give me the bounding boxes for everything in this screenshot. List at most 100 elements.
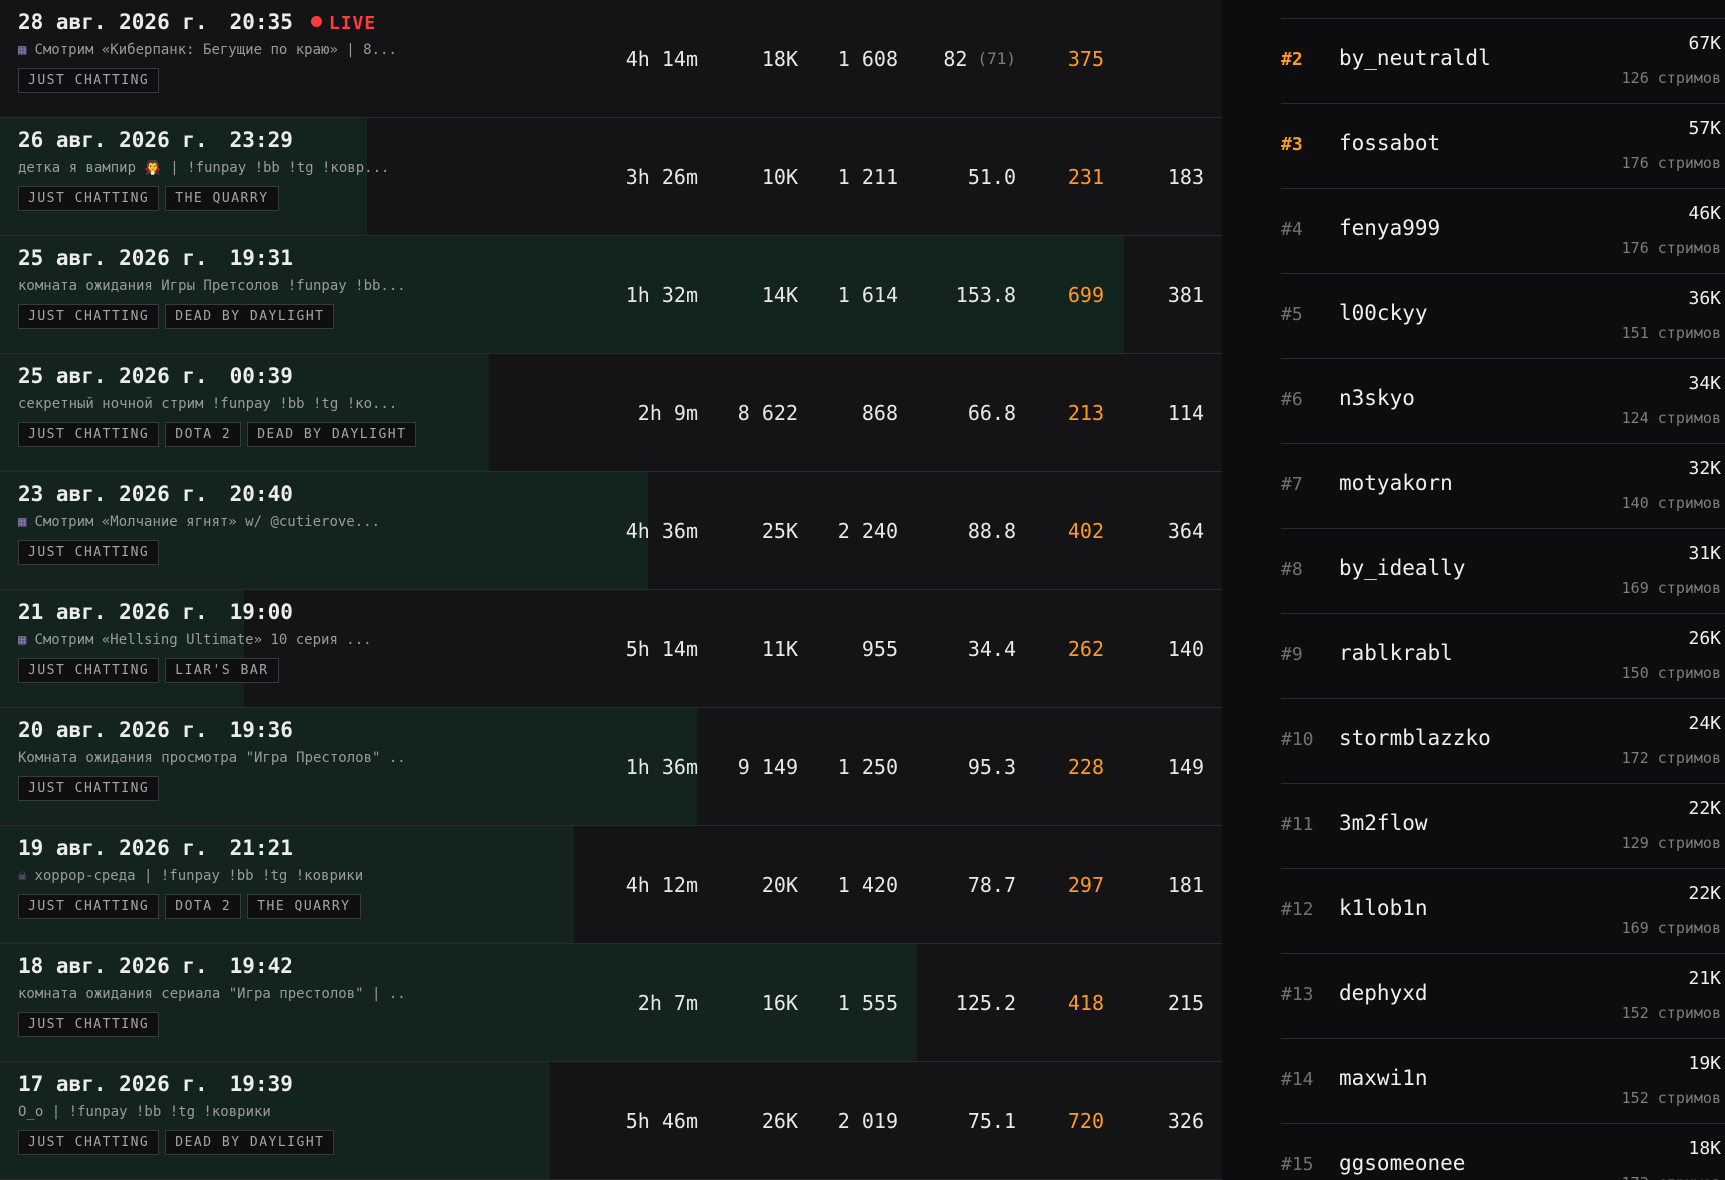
category-tag[interactable]: JUST CHATTING (18, 1130, 160, 1155)
stream-row[interactable]: 25 авг. 2026 г. 00:39 секретный ночной стр… (0, 354, 1222, 472)
leaderboard-value: 46K (1688, 203, 1721, 224)
stream-ratio-value: 75.1 (967, 1108, 1016, 1133)
category-tag[interactable]: JUST CHATTING (18, 776, 160, 801)
stream-duration: 2h 7m (637, 990, 698, 1015)
leaderboard-row[interactable]: #14 maxwi1n 19K 152 стримов (1281, 1039, 1725, 1124)
category-tag[interactable]: JUST CHATTING (18, 658, 160, 683)
stream-row[interactable]: 26 авг. 2026 г. 23:29 детка я вампир 🧛 | !… (0, 118, 1222, 236)
stream-title[interactable]: секретный ночной стрим !funpay !bb !tg !… (18, 396, 408, 412)
stream-row[interactable]: 17 авг. 2026 г. 19:39 O_o | !funpay !bb !t… (0, 1062, 1222, 1180)
stream-time: 20:40 (229, 482, 293, 506)
leaderboard-stream-count: 129 стримов (1621, 834, 1721, 852)
stream-ratio: 82 (71) (943, 0, 1016, 117)
stream-row[interactable]: 28 авг. 2026 г. 20:35 LIVE ▦ Смотрим «Киберп… (0, 0, 1222, 118)
leaderboard-username[interactable]: by_ideally (1339, 556, 1465, 580)
stream-row-content: 19 авг. 2026 г. 21:21 ☠ хоррор-среда | !fun… (0, 826, 1222, 943)
category-tag[interactable]: DOTA 2 (165, 422, 242, 447)
category-tag[interactable]: DEAD BY DAYLIGHT (165, 1130, 335, 1155)
leaderboard-rank: #11 (1281, 814, 1314, 835)
stream-highlight-value: 720 (1067, 1108, 1104, 1133)
category-tag[interactable]: THE QUARRY (165, 186, 279, 211)
stream-title[interactable]: ☠ хоррор-среда | !funpay !bb !tg !коврики (18, 868, 408, 884)
category-tag[interactable]: JUST CHATTING (18, 1012, 160, 1037)
leaderboard-row[interactable]: #4 fenya999 46K 176 стримов (1281, 189, 1725, 274)
stream-title[interactable]: детка я вампир 🧛 | !funpay !bb !tg !ковр… (18, 160, 408, 176)
leaderboard-row[interactable]: #9 rablkrabl 26K 150 стримов (1281, 614, 1725, 699)
category-tag[interactable]: LIAR'S BAR (165, 658, 279, 683)
stream-title[interactable]: O_o | !funpay !bb !tg !коврики (18, 1104, 408, 1120)
category-tag[interactable]: THE QUARRY (247, 894, 361, 919)
category-tag[interactable]: JUST CHATTING (18, 68, 160, 93)
stream-last-value: 215 (1167, 990, 1204, 1015)
stream-ratio-value: 125.2 (955, 990, 1016, 1015)
stream-time: 20:35 (229, 10, 293, 34)
category-tag[interactable]: JUST CHATTING (18, 894, 160, 919)
category-tag[interactable]: JUST CHATTING (18, 304, 160, 329)
leaderboard-username[interactable]: n3skyo (1339, 386, 1415, 410)
stream-row[interactable]: 19 авг. 2026 г. 21:21 ☠ хоррор-среда | !fun… (0, 826, 1222, 944)
leaderboard-row[interactable]: #6 n3skyo 34K 124 стримов (1281, 359, 1725, 444)
stream-time: 19:31 (229, 246, 293, 270)
tv-icon: ▦ (18, 632, 27, 648)
leaderboard-stream-count: 140 стримов (1621, 494, 1721, 512)
leaderboard-row[interactable]: #5 l00ckyy 36K 151 стримов (1281, 274, 1725, 359)
stream-title[interactable]: ▦ Смотрим «Молчание ягнят» w/ @cutierove.… (18, 514, 408, 530)
leaderboard-row[interactable]: #13 dephyxd 21K 152 стримов (1281, 954, 1725, 1039)
leaderboard-username[interactable]: l00ckyy (1339, 301, 1428, 325)
leaderboard-row[interactable]: #15 ggsomeonee 18K 173 стримов (1281, 1124, 1725, 1180)
stream-title-text: Смотрим «Hellsing Ultimate» 10 серия ... (34, 632, 372, 648)
stream-highlight-value: 402 (1067, 518, 1104, 543)
leaderboard-username[interactable]: k1lob1n (1339, 896, 1428, 920)
stream-title[interactable]: комната ожидания Игры Претсолов !funpay … (18, 278, 408, 294)
category-tag[interactable]: DEAD BY DAYLIGHT (247, 422, 417, 447)
leaderboard-username[interactable]: maxwi1n (1339, 1066, 1428, 1090)
leaderboard-value: 57K (1688, 118, 1721, 139)
leaderboard-username[interactable]: dephyxd (1339, 981, 1428, 1005)
stream-row[interactable]: 20 авг. 2026 г. 19:36 Комната ожидания про… (0, 708, 1222, 826)
stream-row-content: 25 авг. 2026 г. 00:39 секретный ночной стр… (0, 354, 1222, 471)
leaderboard-row[interactable]: #3 fossabot 57K 176 стримов (1281, 104, 1725, 189)
leaderboard-row[interactable]: #2 by_neutraldl 67K 126 стримов (1281, 19, 1725, 104)
leaderboard-username[interactable]: ggsomeonee (1339, 1151, 1465, 1175)
leaderboard-username[interactable]: by_neutraldl (1339, 46, 1491, 70)
stream-title[interactable]: ▦ Смотрим «Киберпанк: Бегущие по краю» | … (18, 42, 408, 58)
leaderboard-username[interactable]: motyakorn (1339, 471, 1453, 495)
leaderboard-username[interactable]: fenya999 (1339, 216, 1440, 240)
stream-row[interactable]: 25 авг. 2026 г. 19:31 комната ожидания Игр… (0, 236, 1222, 354)
leaderboard-rank: #9 (1281, 644, 1303, 665)
stream-row[interactable]: 21 авг. 2026 г. 19:00 ▦ Смотрим «Hellsing U… (0, 590, 1222, 708)
stream-duration: 2h 9m (637, 400, 698, 425)
leaderboard-rank: #10 (1281, 729, 1314, 750)
category-tag[interactable]: DOTA 2 (165, 894, 242, 919)
stream-title[interactable]: комната ожидания сериала "Игра престолов… (18, 986, 408, 1002)
leaderboard-username[interactable]: stormblazzko (1339, 726, 1491, 750)
leaderboard-username[interactable]: fossabot (1339, 131, 1440, 155)
leaderboard-row[interactable]: #11 3m2flow 22K 129 стримов (1281, 784, 1725, 869)
stream-duration: 5h 46m (625, 1108, 698, 1133)
category-tag[interactable]: JUST CHATTING (18, 186, 160, 211)
live-label: LIVE (328, 13, 377, 34)
category-tag[interactable]: JUST CHATTING (18, 422, 160, 447)
leaderboard-rank: #8 (1281, 559, 1303, 580)
leaderboard-rank: #2 (1281, 49, 1303, 70)
leaderboard-row[interactable]: #8 by_ideally 31K 169 стримов (1281, 529, 1725, 614)
tv-icon: ▦ (18, 514, 27, 530)
leaderboard-row[interactable]: #10 stormblazzko 24K 172 стримов (1281, 699, 1725, 784)
stream-title[interactable]: ▦ Смотрим «Hellsing Ultimate» 10 серия ..… (18, 632, 408, 648)
leaderboard-username[interactable]: rablkrabl (1339, 641, 1453, 665)
leaderboard-username[interactable]: 3m2flow (1339, 811, 1428, 835)
category-tag[interactable]: DEAD BY DAYLIGHT (165, 304, 335, 329)
leaderboard-row[interactable]: #12 k1lob1n 22K 169 стримов (1281, 869, 1725, 954)
category-tag[interactable]: JUST CHATTING (18, 540, 160, 565)
stream-row[interactable]: 23 авг. 2026 г. 20:40 ▦ Смотрим «Молчание я… (0, 472, 1222, 590)
stream-ratio: 78.7 (968, 826, 1016, 943)
stream-last-value: 183 (1167, 164, 1204, 189)
stream-row[interactable]: 18 авг. 2026 г. 19:42 комната ожидания сер… (0, 944, 1222, 1062)
stream-date: 25 авг. 2026 г. 00:39 (18, 364, 293, 388)
stream-tags: JUST CHATTING DEAD BY DAYLIGHT (18, 304, 335, 329)
leaderboard-value: 36K (1688, 288, 1721, 309)
tv-icon: ▦ (18, 42, 27, 58)
leaderboard-row[interactable]: #7 motyakorn 32K 140 стримов (1281, 444, 1725, 529)
stream-title[interactable]: Комната ожидания просмотра "Игра Престол… (18, 750, 408, 766)
stream-highlight-value: 375 (1067, 46, 1104, 71)
